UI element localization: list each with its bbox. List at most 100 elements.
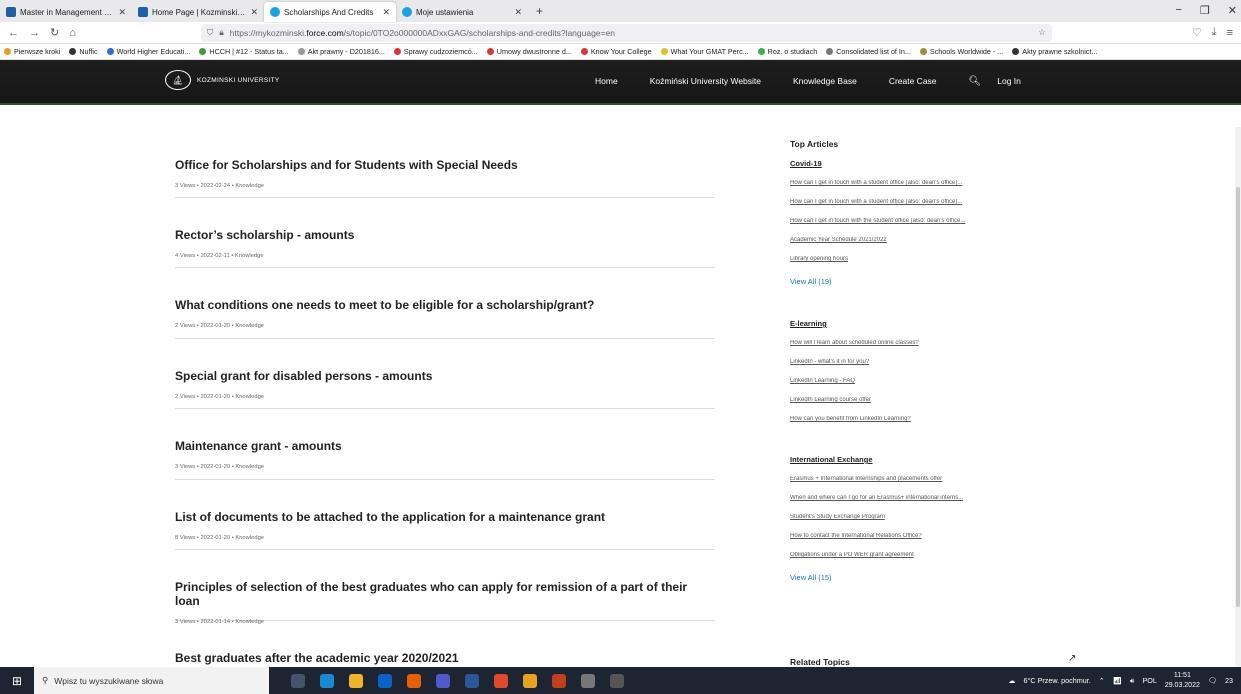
back-icon[interactable]: ← xyxy=(8,27,19,39)
windows-start-icon[interactable]: ⊞ xyxy=(0,667,34,694)
bookmark-item[interactable]: Know Your College xyxy=(580,47,652,56)
top-article-link[interactable]: Academic Year Schedule 2021/2022 xyxy=(790,237,1030,243)
top-article-link[interactable]: How to contact the International Relatio… xyxy=(790,533,1030,539)
app-icon[interactable] xyxy=(523,673,537,688)
file-explorer-icon[interactable] xyxy=(349,673,363,688)
taskbar-search[interactable]: ⚲ Wpisz tu wyszukiwane słowa xyxy=(34,667,269,694)
app-icon[interactable] xyxy=(581,673,595,688)
topic-section-link[interactable]: Covid-19 xyxy=(790,159,1030,168)
bookmark-item[interactable]: World Higher Educati... xyxy=(106,47,190,56)
close-tab-icon[interactable]: ✕ xyxy=(514,7,522,18)
bookmark-item[interactable]: Consolidated list of In... xyxy=(826,47,911,56)
bookmark-item[interactable]: Nuffic xyxy=(69,47,98,56)
download-icon[interactable]: ⤓ xyxy=(1212,26,1217,39)
topic-section-link[interactable]: International Exchange xyxy=(790,455,1030,464)
bookmark-item[interactable]: Schools Worldwide - ... xyxy=(919,47,1003,56)
browser-tab-active[interactable]: Scholarships And Credits ✕ xyxy=(264,2,396,22)
bookmark-item[interactable]: HCCH | #12 - Status ta... xyxy=(199,47,289,56)
bookmark-item[interactable]: Umowy dwustronne d... xyxy=(486,47,572,56)
article-title-link[interactable]: List of documents to be attached to the … xyxy=(175,510,715,524)
search-icon: ⚲ xyxy=(42,675,49,685)
browser-tab[interactable]: Home Page | Kozminski Univer✕ xyxy=(132,2,264,22)
bookmark-item[interactable]: What Your GMAT Perc... xyxy=(660,47,749,56)
top-article-link[interactable]: Erasmus + International Internships and … xyxy=(790,476,1030,482)
view-all-link[interactable]: View All (15) xyxy=(790,573,1030,582)
article-title-link[interactable]: Best graduates after the academic year 2… xyxy=(175,651,715,665)
taskbar-apps xyxy=(291,673,624,688)
bookmark-item[interactable]: Sprawy cudzoziemcó... xyxy=(393,47,478,56)
nav-university-website[interactable]: Koźmiński University Website xyxy=(650,76,761,87)
chrome-icon[interactable] xyxy=(494,673,508,688)
word-icon[interactable] xyxy=(465,673,479,688)
task-view-icon[interactable] xyxy=(291,673,305,688)
top-article-link[interactable]: LinkedIn Learning course offer xyxy=(790,397,1030,403)
tray-chevron-icon[interactable]: ⌃ xyxy=(1099,676,1105,685)
window-controls: − ❐ ✕ xyxy=(1175,4,1237,17)
bookmark-item[interactable]: Roz. o studiach xyxy=(757,47,817,56)
maximize-icon[interactable]: ❐ xyxy=(1200,4,1210,17)
top-article-link[interactable]: Obligations under a PO WER grant agreeme… xyxy=(790,552,1030,558)
forward-icon[interactable]: → xyxy=(29,27,40,39)
close-tab-icon[interactable]: ✕ xyxy=(118,7,126,18)
top-article-link[interactable]: How will I learn about scheduled online … xyxy=(790,340,1030,346)
bookmark-star-icon[interactable]: ☆ xyxy=(1038,27,1046,38)
powerpoint-icon[interactable] xyxy=(552,673,566,688)
bookmark-item[interactable]: Akty prawne szkolnict... xyxy=(1012,47,1097,56)
article-title-link[interactable]: Principles of selection of the best grad… xyxy=(175,580,715,608)
edge-icon[interactable] xyxy=(320,673,334,688)
bookmark-item[interactable]: Akt prawny - D201816... xyxy=(297,47,385,56)
top-article-link[interactable]: How can I get in touch with a student of… xyxy=(790,199,1030,205)
site-favicon-icon xyxy=(138,7,148,17)
url-bar[interactable]: ⛉ 🔒︎ https://mykozminski.force.com/s/top… xyxy=(200,23,1052,42)
new-tab-icon[interactable]: + xyxy=(528,4,551,22)
settings-icon[interactable] xyxy=(610,673,624,688)
nav-create-case[interactable]: Create Case xyxy=(889,76,937,87)
close-tab-icon[interactable]: ✕ xyxy=(250,7,258,18)
volume-icon[interactable]: 🔊︎ xyxy=(1130,676,1135,686)
top-article-link[interactable]: How can I get in touch with a student of… xyxy=(790,180,1030,186)
article-item: Office for Scholarships and for Students… xyxy=(175,127,715,198)
browser-tab[interactable]: Master in Management - Maste✕ xyxy=(0,2,132,22)
firefox-icon[interactable] xyxy=(407,673,421,688)
ship-logo-icon: ⛵︎ xyxy=(165,70,191,90)
top-article-link[interactable]: Student's Study Exchange Program xyxy=(790,514,1030,520)
menu-icon[interactable]: ≡ xyxy=(1227,27,1233,39)
teams-icon[interactable] xyxy=(436,673,450,688)
top-article-link[interactable]: How can I get in touch with the student … xyxy=(790,218,1030,224)
nav-knowledge-base[interactable]: Knowledge Base xyxy=(793,76,857,87)
article-title-link[interactable]: What conditions one needs to meet to be … xyxy=(175,298,715,312)
outlook-icon[interactable] xyxy=(378,673,392,688)
close-tab-icon[interactable]: ✕ xyxy=(382,7,390,18)
reload-icon[interactable]: ↻ xyxy=(50,26,59,39)
article-title-link[interactable]: Office for Scholarships and for Students… xyxy=(175,158,715,172)
close-window-icon[interactable]: ✕ xyxy=(1228,4,1237,17)
nav-home[interactable]: Home xyxy=(595,76,618,87)
top-article-link[interactable]: LinkedIn - what's it in for you? xyxy=(790,359,1030,365)
view-all-link[interactable]: View All (19) xyxy=(790,277,1030,286)
notification-icon[interactable]: 🗨︎ xyxy=(1208,676,1217,685)
search-icon[interactable]: 🔍︎ xyxy=(969,76,982,87)
article-item: List of documents to be attached to the … xyxy=(175,480,715,550)
minimize-icon[interactable]: − xyxy=(1175,4,1181,17)
nav-login[interactable]: Log In xyxy=(997,76,1021,87)
browser-tab[interactable]: Moje ustawienia ✕ xyxy=(396,2,528,22)
article-title-link[interactable]: Maintenance grant - amounts xyxy=(175,439,715,453)
bookmark-favicon-icon xyxy=(486,48,494,55)
university-logo[interactable]: ⛵︎ KOZMINSKI UNIVERSITY xyxy=(165,70,280,90)
bookmark-item[interactable]: Pierwsze kroki xyxy=(4,47,60,56)
home-icon[interactable]: ⌂ xyxy=(69,27,76,39)
topic-section-link[interactable]: E-learning xyxy=(790,319,1030,328)
page-scrollbar[interactable] xyxy=(1235,127,1241,667)
article-title-link[interactable]: Rector’s scholarship - amounts xyxy=(175,228,715,242)
system-tray: ☁ 6°C Przew. pochmur. ⌃ 📶︎ 🔊︎ POL 11:51 2… xyxy=(1008,671,1233,691)
article-title-link[interactable]: Special grant for disabled persons - amo… xyxy=(175,369,715,383)
top-article-link[interactable]: When and where can I go for an Erasmus+ … xyxy=(790,495,1030,501)
top-article-link[interactable]: How can you benefit from LinkedIn Learni… xyxy=(790,416,1030,422)
scrollbar-thumb[interactable] xyxy=(1236,187,1240,607)
top-article-link[interactable]: Library opening hours xyxy=(790,256,1030,262)
clock[interactable]: 11:51 29.03.2022 xyxy=(1165,671,1200,691)
pocket-icon[interactable]: ♡ xyxy=(1192,26,1202,39)
top-article-link[interactable]: LinkedIn Learning - FAQ xyxy=(790,378,1030,384)
trending-icon: ↗ xyxy=(1068,653,1077,664)
network-icon[interactable]: 📶︎ xyxy=(1113,676,1122,685)
